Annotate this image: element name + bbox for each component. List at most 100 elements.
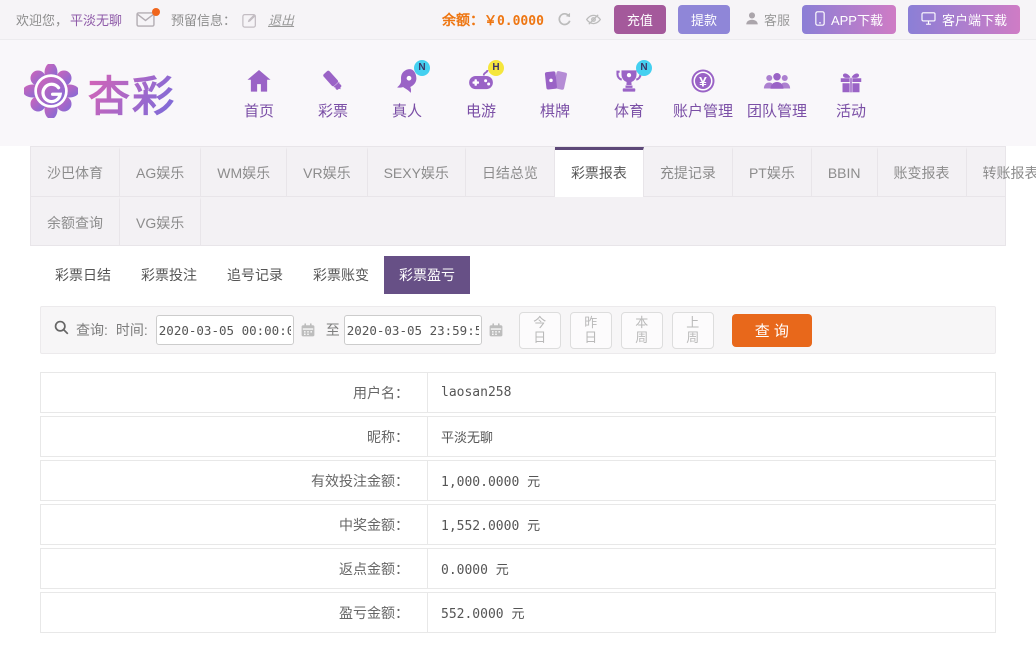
site-logo[interactable]: 杏彩 xyxy=(22,62,176,124)
app-download-button[interactable]: APP下载 xyxy=(801,5,896,34)
report-row-label: 用户名： xyxy=(41,373,428,412)
tab[interactable]: AG娱乐 xyxy=(120,147,202,196)
person-icon xyxy=(744,10,760,29)
nav-label: 活动 xyxy=(836,102,867,120)
nav-label: 电游 xyxy=(466,102,497,120)
tab[interactable]: PT娱乐 xyxy=(733,147,812,196)
edit-icon[interactable] xyxy=(242,12,258,28)
tab-row-1: 沙巴体育 AG娱乐 WM娱乐 VR娱乐 SEXY娱乐 日结总览 彩票报表 充提记录 PT娱乐 BB… xyxy=(31,147,1036,197)
quick-date-button[interactable]: 昨日 xyxy=(569,311,612,349)
query-bar: 查询: 时间: 至 今日昨日本周上周 查 询 xyxy=(40,306,996,354)
account-coin-icon: ¥ xyxy=(688,66,718,96)
report-row-label: 昵称： xyxy=(41,417,428,456)
quick-date-buttons: 今日 昨日 本周 上周 xyxy=(510,311,714,349)
report-row: 昵称： 平淡无聊 xyxy=(40,416,996,457)
main-nav: 首页 彩票 N 真人 H 电游 棋牌 N 体育 ¥ 账户管理 团队管理 活动 xyxy=(222,59,888,121)
tab[interactable]: BBIN xyxy=(812,147,878,196)
nav-label: 首页 xyxy=(244,102,275,120)
tab[interactable]: VR娱乐 xyxy=(287,147,368,196)
subtab[interactable]: 彩票账变 xyxy=(298,256,384,294)
report-tabbar: 沙巴体育 AG娱乐 WM娱乐 VR娱乐 SEXY娱乐 日结总览 彩票报表 充提记录 PT娱乐 BB… xyxy=(30,146,1036,246)
tab[interactable]: 彩票报表 xyxy=(554,147,644,197)
report-row: 有效投注金额： 1,000.0000 元 xyxy=(40,460,996,501)
report-row-value: 1,000.0000 元 xyxy=(441,475,541,490)
cards-icon xyxy=(540,66,570,96)
nav-item[interactable]: N 体育 xyxy=(592,59,666,121)
report-row: 中奖金额： 1,552.0000 元 xyxy=(40,504,996,545)
new-message-dot xyxy=(152,8,161,16)
tab[interactable]: WM娱乐 xyxy=(201,147,288,196)
site-header: 杏彩 首页 彩票 N 真人 H 电游 棋牌 N 体育 ¥ 账户管理 团队管理 活… xyxy=(0,40,1036,146)
tab[interactable]: 账变报表 xyxy=(878,147,967,196)
report-row: 用户名： laosan258 xyxy=(40,372,996,413)
to-label: 至 xyxy=(325,322,340,338)
team-icon xyxy=(762,66,792,96)
calendar-icon[interactable] xyxy=(488,322,504,338)
username-link[interactable]: 平淡无聊 xyxy=(70,10,122,29)
nav-item[interactable]: 棋牌 xyxy=(518,66,592,121)
lottery-pen-icon xyxy=(318,66,348,96)
report-row-label: 有效投注金额： xyxy=(41,461,428,500)
quick-date-button[interactable]: 今日 xyxy=(518,311,561,349)
tab[interactable]: 充提记录 xyxy=(644,147,733,196)
nav-item[interactable]: 活动 xyxy=(814,66,888,121)
nav-badge: N xyxy=(414,59,431,76)
nav-label: 彩票 xyxy=(318,102,349,120)
nav-item[interactable]: N 真人 xyxy=(370,59,444,121)
nav-badge: H xyxy=(488,59,505,76)
nav-item[interactable]: H 电游 xyxy=(444,59,518,121)
time-label: 时间: xyxy=(115,322,148,338)
tab[interactable]: VG娱乐 xyxy=(120,197,202,245)
nav-item[interactable]: 团队管理 xyxy=(740,66,814,121)
nav-item[interactable]: 彩票 xyxy=(296,66,370,121)
logout-link[interactable]: 退出 xyxy=(268,10,294,29)
report-row-value: 0.0000 元 xyxy=(441,563,509,578)
subtab[interactable]: 彩票投注 xyxy=(126,256,212,294)
monitor-icon xyxy=(921,11,936,28)
nav-label: 棋牌 xyxy=(540,102,571,120)
deposit-button[interactable]: 充值 xyxy=(613,5,666,34)
tab-row-2: 余额查询 VG娱乐 xyxy=(31,196,1005,245)
withdraw-button[interactable]: 提款 xyxy=(677,5,730,34)
report-row-value: 平淡无聊 xyxy=(441,431,494,446)
brand-name: 杏彩 xyxy=(88,63,176,124)
date-to-input[interactable] xyxy=(343,315,482,345)
tab[interactable]: 沙巴体育 xyxy=(31,147,120,196)
quick-date-button[interactable]: 上周 xyxy=(671,311,714,349)
tab[interactable]: 日结总览 xyxy=(466,147,555,196)
report-row: 返点金额： 0.0000 元 xyxy=(40,548,996,589)
tab[interactable]: 余额查询 xyxy=(31,197,120,245)
report-row-value: 1,552.0000 元 xyxy=(441,519,541,534)
refresh-icon[interactable] xyxy=(556,11,573,28)
report-row-value: laosan258 xyxy=(441,385,512,400)
quick-date-button[interactable]: 本周 xyxy=(620,311,663,349)
nav-label: 真人 xyxy=(392,102,423,120)
client-download-button[interactable]: 客户端下载 xyxy=(907,5,1020,34)
gift-icon xyxy=(836,66,866,96)
report-row-value: 552.0000 元 xyxy=(441,607,525,622)
calendar-icon[interactable] xyxy=(300,322,316,338)
date-from-input[interactable] xyxy=(155,315,294,345)
nav-label: 团队管理 xyxy=(747,102,808,120)
subtab[interactable]: 彩票日结 xyxy=(40,256,126,294)
svg-text:¥: ¥ xyxy=(699,74,707,89)
nav-item[interactable]: ¥ 账户管理 xyxy=(666,66,740,121)
logo-flower-icon xyxy=(22,62,80,123)
report-row-label: 中奖金额： xyxy=(41,505,428,544)
phone-icon xyxy=(815,10,825,29)
subtab[interactable]: 追号记录 xyxy=(212,256,298,294)
home-icon xyxy=(244,66,274,96)
customer-service-button[interactable]: 客服 xyxy=(744,10,790,29)
tab[interactable]: 转账报表 xyxy=(967,147,1036,196)
eye-off-icon[interactable] xyxy=(585,11,602,28)
topbar: 欢迎您， 平淡无聊 预留信息： 退出 余额： ￥0.0000 充值 提款 客服 A… xyxy=(0,0,1036,40)
nav-item[interactable]: 首页 xyxy=(222,66,296,121)
welcome-text: 欢迎您， xyxy=(16,13,69,28)
balance-label: 余额： xyxy=(441,11,484,28)
envelope-icon[interactable] xyxy=(136,8,161,27)
subtab[interactable]: 彩票盈亏 xyxy=(384,256,470,294)
search-icon xyxy=(53,319,70,341)
search-submit-button[interactable]: 查 询 xyxy=(731,313,812,347)
lottery-subtabs: 彩票日结 彩票投注 追号记录 彩票账变 彩票盈亏 xyxy=(40,256,996,294)
tab[interactable]: SEXY娱乐 xyxy=(368,147,466,196)
